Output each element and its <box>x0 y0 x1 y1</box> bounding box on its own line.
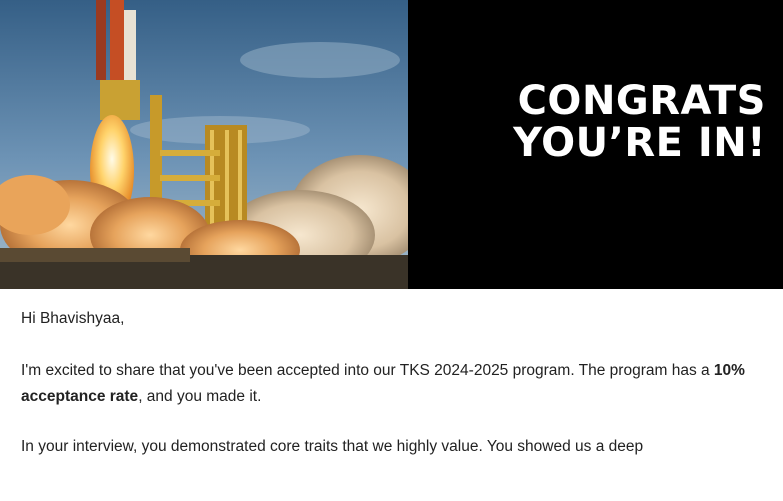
hero-headline: CONGRATS YOU’RE IN! <box>470 80 766 164</box>
email-body: Hi Bhavishyaa, I'm excited to share that… <box>21 306 766 484</box>
acceptance-text-end: , and you made it. <box>138 388 262 405</box>
headline-line-1: CONGRATS <box>517 78 766 124</box>
acceptance-text-start: I'm excited to share that you've been ac… <box>21 362 714 379</box>
acceptance-paragraph: I'm excited to share that you've been ac… <box>21 358 766 410</box>
hero-banner: CONGRATS YOU’RE IN! <box>0 0 783 289</box>
interview-paragraph: In your interview, you demonstrated core… <box>21 438 644 455</box>
greeting: Hi Bhavishyaa, <box>21 310 125 327</box>
email-message: CONGRATS YOU’RE IN! Hi Bhavishyaa, I'm e… <box>0 0 783 501</box>
rocket-launch-image <box>0 0 408 289</box>
headline-line-2: YOU’RE IN! <box>513 120 766 166</box>
